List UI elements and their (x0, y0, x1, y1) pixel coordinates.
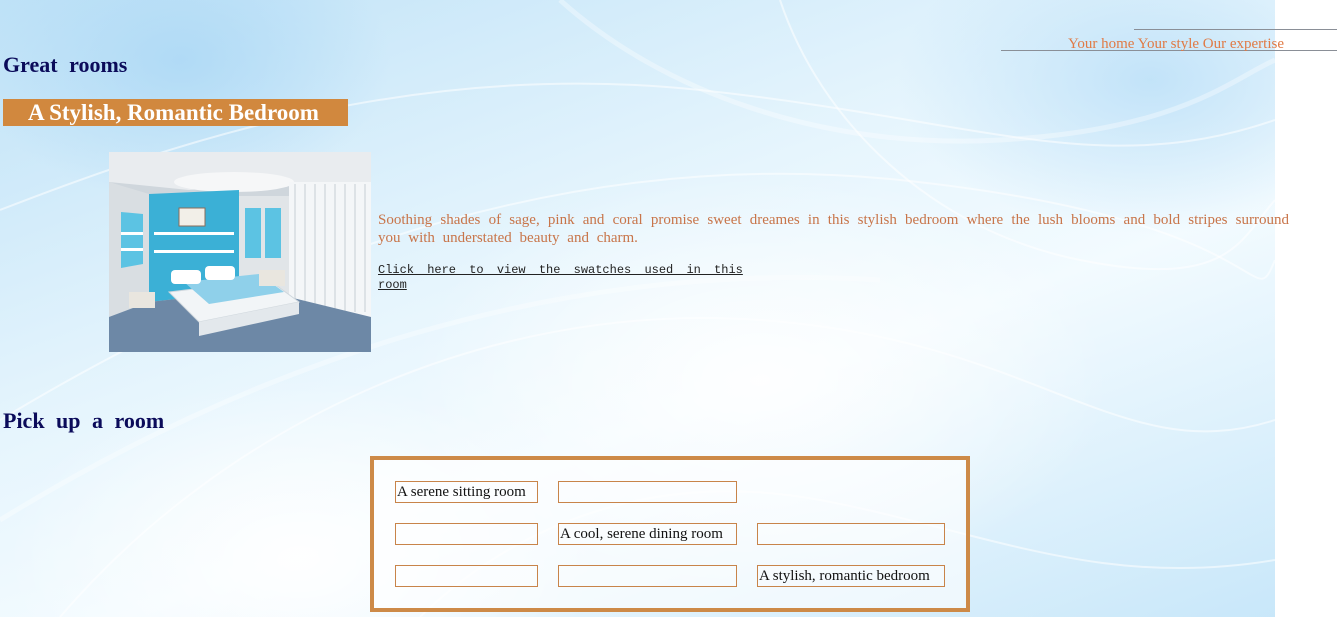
room-description: Soothing shades of sage, pink and coral … (378, 212, 1289, 246)
room-option-romantic-bedroom[interactable]: A stylish, romantic bedroom (757, 565, 945, 587)
room-title-banner: A Stylish, Romantic Bedroom (3, 99, 348, 126)
great-rooms-heading: Great rooms (3, 52, 128, 77)
pick-room-heading: Pick up a room (3, 408, 165, 433)
room-option-empty[interactable] (395, 523, 538, 545)
room-option-empty[interactable] (558, 565, 737, 587)
room-option-dining-room[interactable]: A cool, serene dining room (558, 523, 737, 545)
room-option-empty[interactable] (395, 565, 538, 587)
top-navigation: Your home Your style Our expertise (1068, 36, 1284, 53)
top-divider (1134, 29, 1337, 30)
page-right-margin (1275, 0, 1337, 617)
room-option-empty[interactable] (757, 523, 945, 545)
nav-link-your-home[interactable]: Your home (1068, 36, 1134, 52)
bedroom-photo (109, 152, 371, 352)
view-swatches-link[interactable]: Click here to view the swatches used in … (378, 263, 746, 293)
nav-link-your-style[interactable]: Your style (1138, 36, 1199, 52)
nav-link-our-expertise[interactable]: Our expertise (1203, 36, 1284, 52)
room-option-empty[interactable] (558, 481, 737, 503)
room-picker-grid: A serene sitting room A cool, serene din… (370, 456, 970, 612)
room-option-sitting-room[interactable]: A serene sitting room (395, 481, 538, 503)
